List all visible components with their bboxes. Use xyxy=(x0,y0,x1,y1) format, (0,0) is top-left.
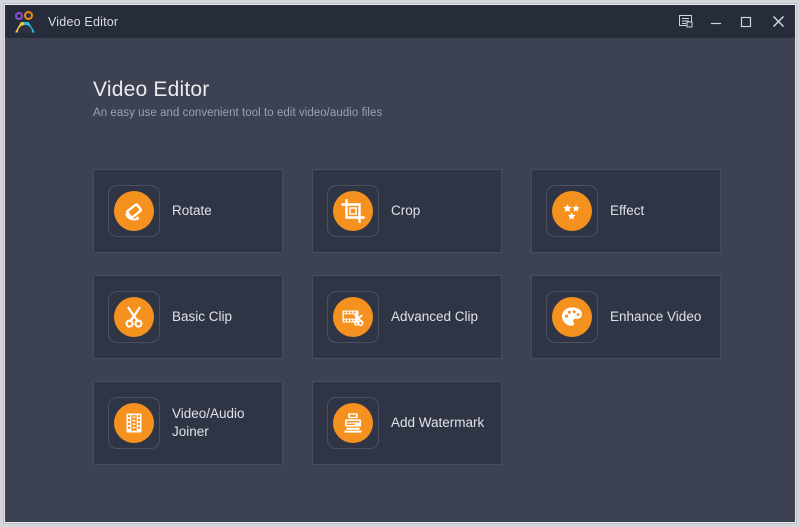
page-title: Video Editor xyxy=(93,78,210,101)
tool-card-video-audio-joiner[interactable]: Video/Audio Joiner xyxy=(93,381,283,465)
icon-frame xyxy=(327,185,379,237)
stamp-icon xyxy=(333,403,373,443)
stars-effect-icon xyxy=(552,191,592,231)
icon-frame xyxy=(108,185,160,237)
icon-frame xyxy=(327,397,379,449)
main-content: Video Editor An easy use and convenient … xyxy=(5,38,795,522)
rotate-icon xyxy=(114,191,154,231)
tool-card-effect[interactable]: Effect xyxy=(531,169,721,253)
title-bar: Video Editor xyxy=(5,5,795,38)
filmstrip-icon xyxy=(114,403,154,443)
tool-card-advanced-clip[interactable]: Advanced Clip xyxy=(312,275,502,359)
icon-frame xyxy=(327,291,379,343)
tool-label: Effect xyxy=(610,203,645,219)
tool-label: Add Watermark xyxy=(391,415,485,431)
tool-label: Enhance Video xyxy=(610,309,702,325)
minimize-icon[interactable] xyxy=(701,5,731,38)
tool-label: Rotate xyxy=(172,203,212,219)
crop-icon xyxy=(333,191,373,231)
palette-icon xyxy=(552,297,592,337)
filmstrip-scissors-icon xyxy=(333,297,373,337)
page-header: Video Editor An easy use and convenient … xyxy=(93,79,382,120)
window-controls xyxy=(671,5,795,38)
tool-grid: Rotate Crop Effect Basic Clip Advanced C… xyxy=(93,169,721,465)
page-subtitle: An easy use and convenient tool to edit … xyxy=(93,107,383,119)
tool-card-basic-clip[interactable]: Basic Clip xyxy=(93,275,283,359)
app-window: Video Editor Video Editor An easy use an… xyxy=(4,4,796,523)
maximize-icon[interactable] xyxy=(731,5,761,38)
icon-frame xyxy=(108,291,160,343)
tool-label: Advanced Clip xyxy=(391,309,479,325)
scissors-icon xyxy=(114,297,154,337)
feedback-icon[interactable] xyxy=(671,5,701,38)
tool-card-crop[interactable]: Crop xyxy=(312,169,502,253)
tool-card-rotate[interactable]: Rotate xyxy=(93,169,283,253)
tool-card-add-watermark[interactable]: Add Watermark xyxy=(312,381,502,465)
icon-frame xyxy=(108,397,160,449)
app-logo-icon xyxy=(14,10,36,33)
tool-card-enhance-video[interactable]: Enhance Video xyxy=(531,275,721,359)
tool-label: Video/Audio Joiner xyxy=(172,406,245,439)
window-title: Video Editor xyxy=(48,14,119,29)
tool-label: Basic Clip xyxy=(172,309,233,325)
tool-label: Crop xyxy=(391,203,421,219)
close-icon[interactable] xyxy=(761,5,795,38)
icon-frame xyxy=(546,291,598,343)
icon-frame xyxy=(546,185,598,237)
